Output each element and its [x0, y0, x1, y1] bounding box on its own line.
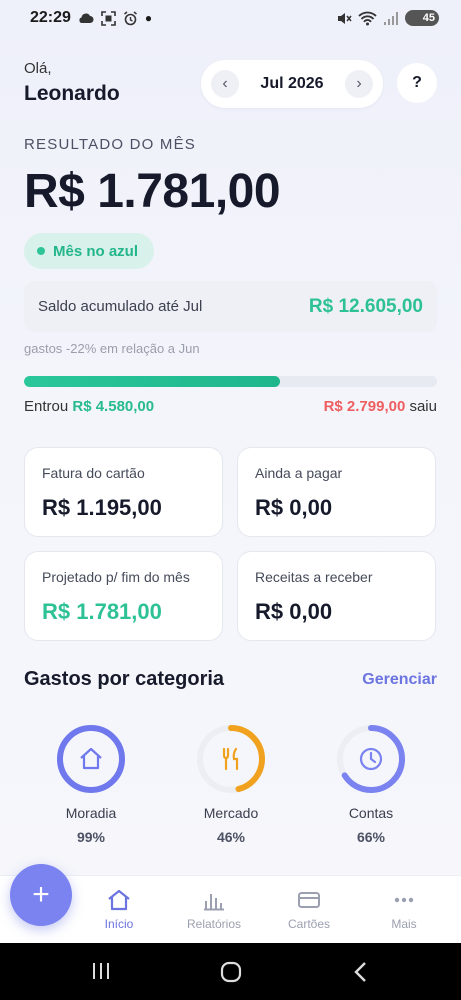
signal-icon — [384, 11, 398, 25]
nav-label: Cartões — [287, 917, 331, 931]
category-percent: 99% — [76, 829, 106, 845]
next-month-button[interactable]: › — [345, 70, 373, 98]
card-value: R$ 0,00 — [255, 599, 333, 624]
income-fill — [24, 376, 281, 387]
card-receivables[interactable]: Receitas a receber R$ 0,00 — [237, 551, 436, 641]
cloud-icon — [79, 13, 94, 23]
result-label: RESULTADO DO MÊS — [24, 136, 196, 153]
system-nav-bar — [0, 943, 461, 1000]
card-projected[interactable]: Projetado p/ fim do mês R$ 1.781,00 — [24, 551, 223, 641]
card-still-to-pay[interactable]: Ainda a pagar R$ 0,00 — [237, 447, 436, 537]
nav-item-inicio[interactable]: Início — [74, 876, 164, 944]
category-ring — [197, 725, 265, 793]
expense-value: R$ 2.799,00 — [323, 398, 406, 415]
income-prefix: Entrou — [24, 398, 69, 415]
card-label: Projetado p/ fim do mês — [42, 569, 190, 585]
house-icon — [80, 747, 102, 770]
category-percent: 66% — [356, 829, 386, 845]
accumulated-balance: Saldo acumulado até Jul R$ 12.605,00 — [24, 281, 437, 332]
nav-label: Mais — [391, 917, 417, 931]
month-label[interactable]: Jul 2026 — [260, 75, 323, 93]
notification-dot-icon: ● — [144, 11, 153, 25]
home-icon — [108, 889, 130, 911]
more-icon — [394, 897, 414, 903]
category-ring — [57, 725, 125, 793]
income-value: R$ 4.580,00 — [72, 398, 155, 415]
month-selector: ‹ Jul 2026 › — [201, 60, 383, 108]
mute-icon — [338, 12, 352, 24]
greeting-text: Olá, — [24, 60, 52, 77]
back-icon[interactable] — [352, 960, 370, 984]
ring-progress — [57, 725, 125, 793]
prev-month-button[interactable]: ‹ — [211, 70, 239, 98]
manage-link[interactable]: Gerenciar — [362, 671, 437, 689]
nav-item-cartoes[interactable]: Cartões — [264, 876, 354, 944]
expense-summary: R$ 2.799,00 saiu — [324, 398, 437, 415]
recent-apps-icon[interactable] — [91, 961, 111, 981]
status-bar: 22:29 ● 45 — [0, 0, 461, 36]
bar-chart-icon — [204, 894, 224, 911]
category-ring — [337, 725, 405, 793]
expense-suffix: saiu — [409, 398, 437, 415]
category-moradia[interactable]: Moradia 99% — [31, 724, 151, 845]
section-title: Gastos por categoria — [24, 668, 225, 690]
status-dot-icon — [37, 247, 45, 255]
greeting: Olá, Leonardo — [24, 60, 120, 106]
wifi-icon — [358, 11, 377, 25]
nav-item-relatorios[interactable]: Relatórios — [169, 876, 259, 944]
category-name: Moradia — [65, 805, 117, 821]
card-value: R$ 1.195,00 — [42, 495, 162, 520]
help-button[interactable]: ? — [397, 63, 437, 103]
card-value: R$ 1.781,00 — [42, 599, 162, 624]
nav-label: Relatórios — [186, 917, 242, 931]
income-expense-bar — [24, 376, 437, 387]
category-contas[interactable]: Contas 66% — [311, 724, 431, 845]
comparison-note: gastos -22% em relação a Jun — [24, 341, 200, 356]
card-label: Receitas a receber — [255, 569, 373, 585]
status-badge: Mês no azul — [24, 233, 154, 269]
card-label: Fatura do cartão — [42, 465, 145, 481]
clock-icon — [359, 747, 383, 771]
category-name: Mercado — [203, 805, 259, 821]
result-value: R$ 1.781,00 — [24, 165, 281, 218]
utensils-icon — [222, 747, 239, 771]
status-badge-label: Mês no azul — [53, 242, 139, 260]
battery-indicator: 45 — [405, 10, 439, 26]
status-time: 22:29 — [30, 9, 71, 26]
nav-label: Início — [104, 917, 134, 931]
category-name: Contas — [348, 805, 394, 821]
card-label: Ainda a pagar — [255, 465, 343, 481]
card-credit-invoice[interactable]: Fatura do cartão R$ 1.195,00 — [24, 447, 223, 537]
balance-label: Saldo acumulado até Jul — [38, 298, 203, 315]
balance-value: R$ 12.605,00 — [308, 295, 423, 317]
card-value: R$ 0,00 — [255, 495, 333, 520]
status-left: 22:29 ● — [30, 9, 152, 27]
alarm-icon — [123, 10, 137, 25]
screenshot-icon — [101, 10, 116, 26]
add-transaction-button[interactable]: + — [10, 864, 72, 926]
user-name: Leonardo — [24, 82, 120, 105]
category-percent: 46% — [216, 829, 246, 845]
nav-item-mais[interactable]: Mais — [359, 876, 449, 944]
income-summary: Entrou R$ 4.580,00 — [24, 398, 154, 415]
category-mercado[interactable]: Mercado 46% — [171, 724, 291, 845]
credit-card-icon — [298, 892, 320, 908]
home-button-icon[interactable] — [219, 960, 243, 984]
status-right: 45 — [336, 10, 439, 26]
